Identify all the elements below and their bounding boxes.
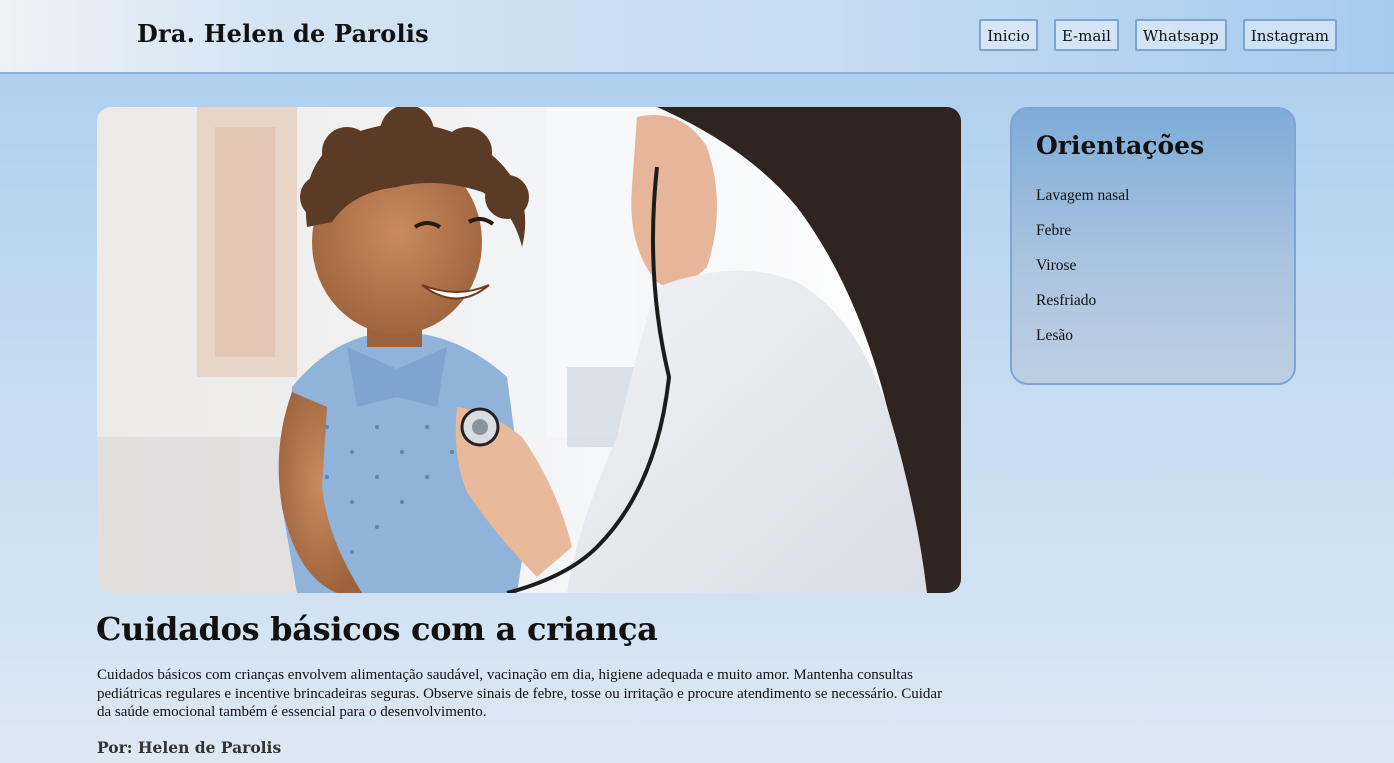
site-title: Dra. Helen de Parolis [137,19,429,48]
nav-inicio-link[interactable]: Inicio [979,19,1038,51]
article-body: Cuidados básicos com crianças envolvem a… [97,667,943,720]
sidebar-list: Lavagem nasal Febre Virose Resfriado Les… [1036,187,1129,362]
sidebar-title: Orientações [1036,131,1205,160]
sidebar-item-virose[interactable]: Virose [1036,257,1129,292]
article-byline: Por: Helen de Parolis [97,738,282,757]
sidebar-item-lavagem-nasal[interactable]: Lavagem nasal [1036,187,1129,222]
article-title: Cuidados básicos com a criança [96,610,658,648]
nav-email-link[interactable]: E-mail [1053,19,1119,51]
nav-whatsapp-link[interactable]: Whatsapp [1134,19,1227,51]
hero-image [97,107,961,593]
sidebar-item-resfriado[interactable]: Resfriado [1036,292,1129,327]
hero-photo-illustration [97,107,961,593]
sidebar-orientacoes: Orientações Lavagem nasal Febre Virose R… [1010,107,1296,385]
sidebar-item-lesao[interactable]: Lesão [1036,327,1129,362]
nav-instagram-link[interactable]: Instagram [1242,19,1337,51]
sidebar-item-febre[interactable]: Febre [1036,222,1129,257]
site-header: Dra. Helen de Parolis Inicio E-mail What… [0,0,1394,74]
top-nav: Inicio E-mail Whatsapp Instagram [979,19,1337,51]
